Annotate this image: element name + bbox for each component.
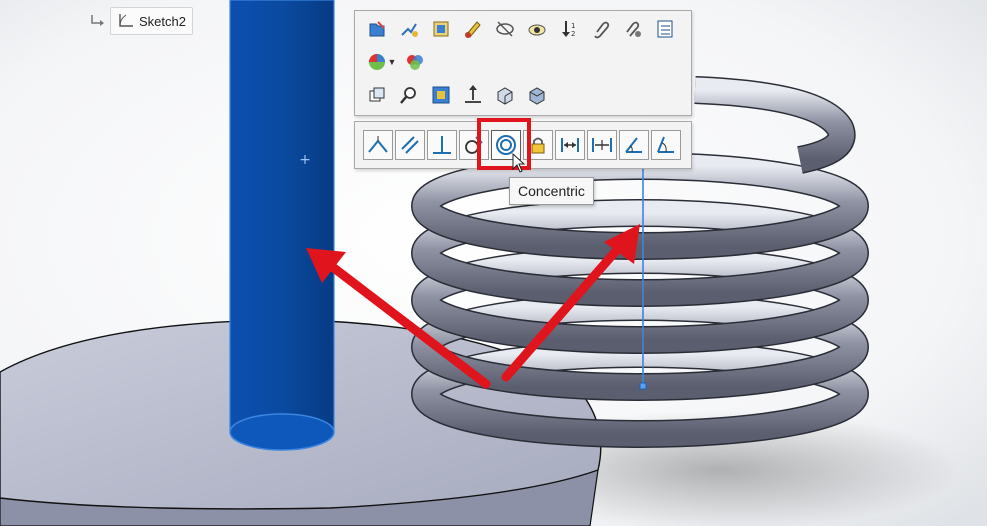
angle-icon[interactable] [619, 130, 649, 160]
move-icon[interactable] [457, 81, 489, 109]
sketch2-label: Sketch2 [139, 13, 186, 29]
limit-distance-icon[interactable] [587, 130, 617, 160]
mouse-cursor-icon [512, 153, 526, 173]
tooltip-text: Concentric [518, 183, 585, 199]
view-orientation-icon[interactable] [361, 81, 393, 109]
appearance-dropdown-icon[interactable]: ▼ [387, 48, 397, 76]
edit-feature-icon[interactable] [361, 15, 393, 43]
section-view-icon[interactable] [489, 81, 521, 109]
sketch-icon [119, 14, 133, 27]
hide-icon[interactable] [489, 15, 521, 43]
normal-to-icon[interactable] [425, 81, 457, 109]
sketch2-box[interactable]: Sketch2 [110, 7, 193, 35]
context-toolbar: 12 ▼ [354, 10, 692, 116]
zoom-selection-icon[interactable] [393, 81, 425, 109]
edit-part-icon[interactable] [425, 15, 457, 43]
appearance-icon[interactable] [457, 15, 489, 43]
isolate-icon[interactable] [521, 15, 553, 43]
rollback-icon[interactable]: 12 [553, 15, 585, 43]
svg-text:1: 1 [571, 22, 575, 30]
selected-cylinder[interactable]: + [229, 0, 335, 451]
paperclip-icon[interactable] [585, 15, 617, 43]
properties-icon[interactable] [649, 15, 681, 43]
tangent-icon[interactable] [459, 130, 489, 160]
svg-text:2: 2 [571, 30, 575, 38]
display-style-icon[interactable] [521, 81, 553, 109]
edit-sketch-icon[interactable] [393, 15, 425, 43]
concentric-tooltip: Concentric [509, 177, 594, 205]
parallel-icon[interactable] [395, 130, 425, 160]
mate-reference-icon[interactable] [617, 15, 649, 43]
lock-icon[interactable] [523, 130, 553, 160]
appearance-color-icon[interactable] [399, 48, 431, 76]
distance-icon[interactable] [555, 130, 585, 160]
angle-limit-icon[interactable] [651, 130, 681, 160]
svg-text:+: + [299, 152, 311, 168]
coincident-icon[interactable] [363, 130, 393, 160]
tree-branch-arrow-icon [91, 15, 104, 26]
perpendicular-icon[interactable] [427, 130, 457, 160]
feature-tree-node-sketch2[interactable]: Sketch2 [88, 7, 193, 35]
